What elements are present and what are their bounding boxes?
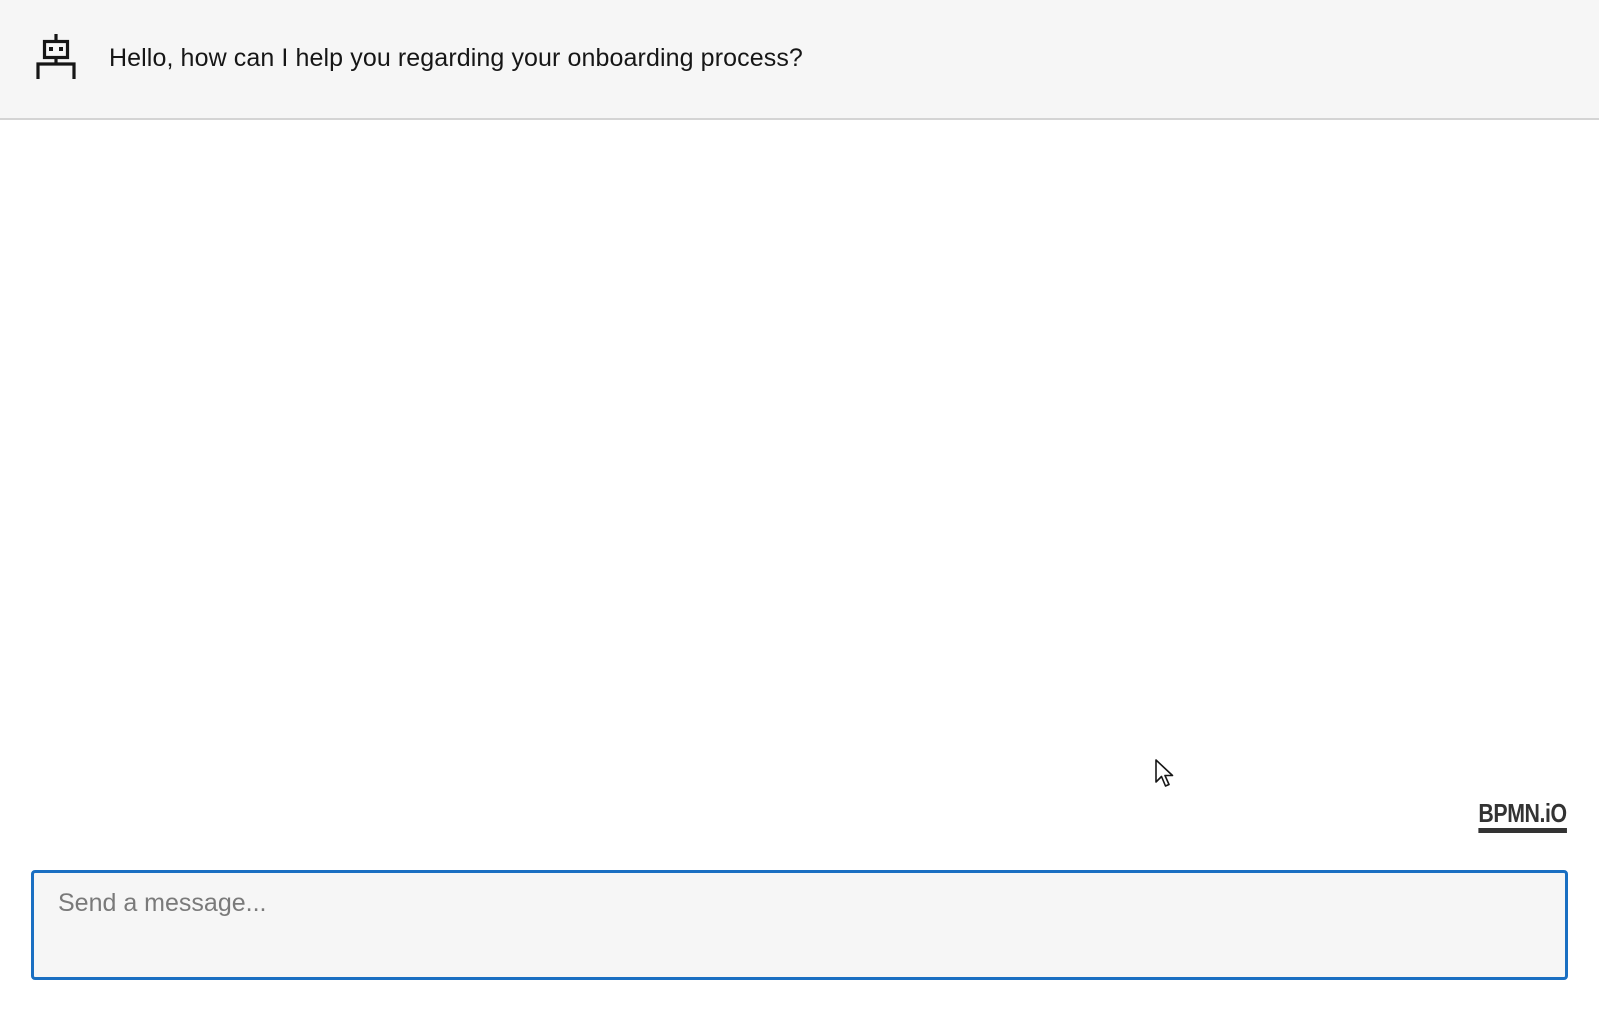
mouse-cursor-icon [1155, 759, 1175, 789]
chat-app: Hello, how can I help you regarding your… [0, 0, 1599, 1010]
bot-greeting-message: Hello, how can I help you regarding your… [109, 44, 803, 72]
message-input[interactable] [31, 870, 1568, 980]
robot-icon [34, 33, 78, 81]
bpmn-io-link[interactable]: BPMN.iO [1478, 798, 1567, 833]
chat-header: Hello, how can I help you regarding your… [0, 0, 1599, 120]
message-list [0, 122, 1599, 852]
